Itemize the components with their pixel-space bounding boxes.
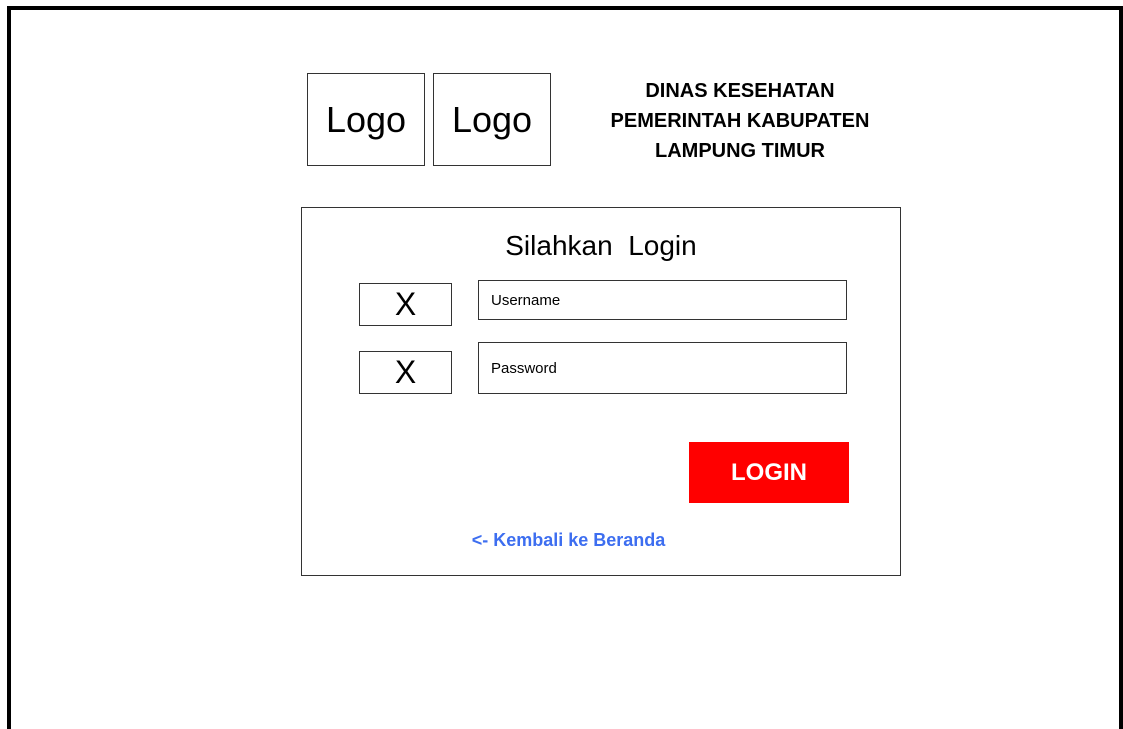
org-title-line-3: LAMPUNG TIMUR [655, 140, 825, 162]
org-title-line-2: PEMERINTAH KABUPATEN [610, 110, 870, 132]
back-to-home-link[interactable]: <- Kembali ke Beranda [302, 530, 835, 551]
username-input[interactable]: Username [478, 280, 847, 320]
password-icon: X [359, 351, 452, 394]
org-title-line-1: DINAS KESEHATAN [645, 80, 835, 102]
username-icon: X [359, 283, 452, 326]
login-button[interactable]: LOGIN [689, 442, 849, 503]
logo-placeholder-1: Logo [307, 73, 425, 166]
login-heading: Silahkan Login [505, 230, 697, 261]
organization-title: DINAS KESEHATAN PEMERINTAH KABUPATEN LAM… [560, 76, 920, 166]
password-input[interactable]: Password [478, 342, 847, 394]
logo-placeholder-2: Logo [433, 73, 551, 166]
login-panel: Silahkan Login X Username X Password LOG… [301, 207, 901, 576]
